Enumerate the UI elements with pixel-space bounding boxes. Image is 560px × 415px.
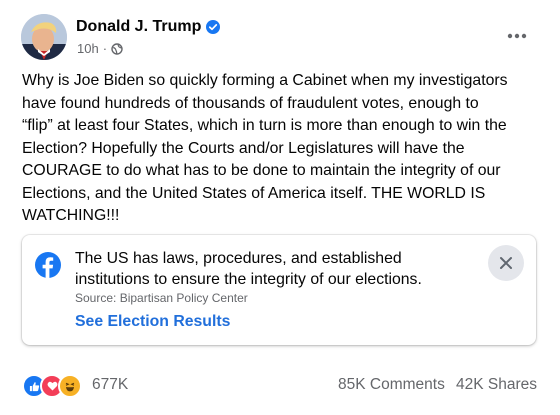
info-card-source: Source: Bipartisan Policy Center [75,291,248,305]
close-icon [500,257,512,269]
info-card-text: The US has laws, procedures, and establi… [75,250,422,288]
profile-photo [21,14,67,60]
ellipsis-icon [507,33,527,39]
verified-badge-icon [206,20,221,34]
haha-reaction-icon [58,374,82,398]
avatar[interactable] [21,14,67,60]
post-meta: 10h · [77,41,123,56]
close-info-card-button[interactable] [488,245,524,281]
post-text: Why is Joe Biden so quickly forming a Ca… [22,72,508,224]
more-options-button[interactable] [500,23,534,49]
globe-icon[interactable] [111,42,123,55]
author-name-text[interactable]: Donald J. Trump [76,18,201,36]
post-timestamp[interactable]: 10h [77,41,99,56]
election-info-card: The US has laws, procedures, and establi… [22,235,536,345]
meta-separator: · [102,41,108,56]
comments-count[interactable]: 85K Comments [338,376,445,394]
see-election-results-link[interactable]: See Election Results [75,313,230,331]
reaction-icons[interactable] [22,374,82,398]
author-name[interactable]: Donald J. Trump [76,18,221,36]
facebook-post: Donald J. Trump 10h · Why is Joe Biden s… [0,0,560,415]
facebook-logo-icon [35,252,61,278]
shares-count[interactable]: 42K Shares [456,376,537,394]
reaction-count[interactable]: 677K [92,376,128,394]
